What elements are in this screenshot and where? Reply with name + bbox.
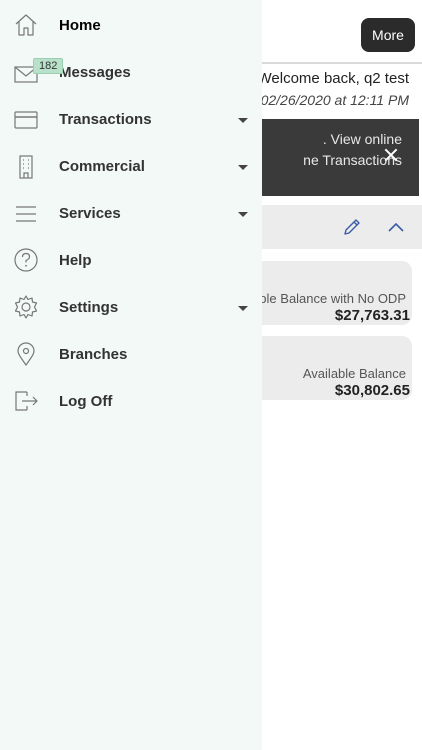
account-card[interactable]: able Balance with No ODP $27,763.31 — [262, 261, 412, 325]
menu-item-branches[interactable]: Branches — [0, 331, 262, 378]
menu-item-settings[interactable]: Settings — [0, 284, 262, 331]
menu-item-label: Messages — [59, 64, 131, 81]
account-balance-label: Available Balance — [302, 366, 406, 381]
account-balance-value: $30,802.65 — [334, 382, 410, 399]
list-icon — [16, 206, 36, 222]
accounts-header — [262, 205, 422, 249]
more-button[interactable]: More — [361, 18, 415, 52]
home-icon — [15, 14, 37, 36]
pencil-icon[interactable] — [342, 217, 362, 237]
chevron-down-icon — [238, 306, 248, 311]
menu-item-label: Transactions — [59, 111, 152, 128]
welcome-message: Welcome back, q2 test — [257, 70, 409, 87]
menu-item-services[interactable]: Services — [0, 190, 262, 237]
menu-item-log-off[interactable]: Log Off — [0, 378, 262, 425]
question-circle-icon — [14, 248, 38, 272]
alert-text: . View online ne Transactions — [303, 131, 402, 168]
chevron-down-icon — [238, 165, 248, 170]
account-card[interactable]: Available Balance $30,802.65 — [262, 336, 412, 400]
last-login-date: 02/26/2020 at 12:11 PM — [260, 92, 409, 108]
navigation-drawer: Home Messages 182 Transactions Commercia… — [0, 0, 262, 750]
building-icon — [19, 155, 33, 179]
gear-icon — [14, 295, 38, 319]
chevron-down-icon — [238, 118, 248, 123]
menu-item-label: Log Off — [59, 393, 113, 410]
alert-banner[interactable]: . View online ne Transactions — [262, 119, 419, 196]
map-pin-icon — [17, 342, 35, 367]
menu-item-label: Help — [59, 252, 92, 269]
menu-item-label: Services — [59, 205, 121, 222]
close-icon[interactable] — [383, 147, 399, 163]
chevron-down-icon — [238, 212, 248, 217]
account-balance-value: $27,763.31 — [334, 307, 410, 324]
header-divider — [262, 62, 422, 64]
menu-item-transactions[interactable]: Transactions — [0, 96, 262, 143]
menu-item-label: Branches — [59, 346, 128, 363]
account-balance-label: able Balance with No ODP — [262, 291, 406, 306]
chevron-up-icon[interactable] — [386, 219, 406, 235]
menu-item-home[interactable]: Home — [0, 2, 262, 49]
menu-item-label: Home — [59, 17, 101, 34]
menu-item-commercial[interactable]: Commercial — [0, 143, 262, 190]
menu-item-label: Commercial — [59, 158, 145, 175]
unread-count-badge: 182 — [33, 58, 64, 74]
menu-item-label: Settings — [59, 299, 119, 316]
logout-icon — [15, 391, 38, 411]
credit-card-icon — [14, 111, 38, 129]
menu-item-help[interactable]: Help — [0, 237, 262, 284]
